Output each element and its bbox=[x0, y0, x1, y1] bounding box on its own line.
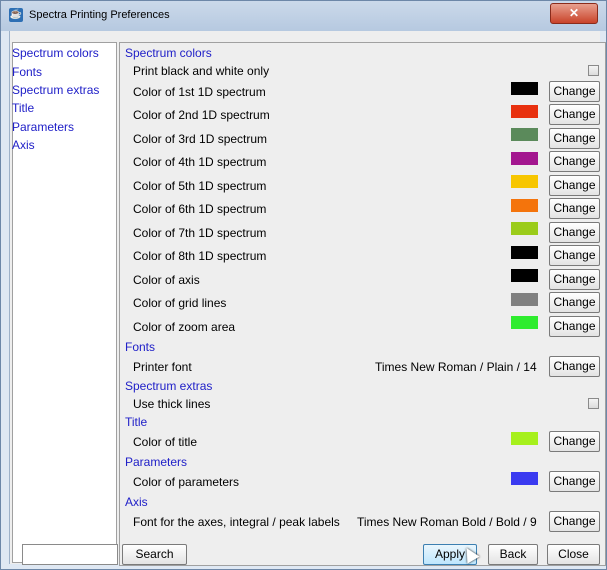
color-2nd-label: Color of 2nd 1D spectrum bbox=[133, 108, 270, 122]
change-color-grid-button[interactable]: Change bbox=[549, 292, 600, 313]
color-6th-swatch bbox=[511, 199, 538, 212]
color-zoom-label: Color of zoom area bbox=[133, 320, 236, 334]
close-button[interactable]: Close bbox=[547, 544, 600, 565]
section-spectrum-extras: Spectrum extras bbox=[125, 379, 213, 393]
change-color-7th-button[interactable]: Change bbox=[549, 222, 600, 243]
change-axis-font-button[interactable]: Change bbox=[549, 511, 600, 532]
sidebar-item-spectrum-extras[interactable]: Spectrum extras bbox=[12, 83, 99, 97]
color-5th-swatch bbox=[511, 175, 538, 188]
color-1st-swatch bbox=[511, 82, 538, 95]
section-spectrum-colors: Spectrum colors bbox=[125, 46, 212, 60]
parameters-color-swatch bbox=[511, 472, 538, 485]
axis-font-label: Font for the axes, integral / peak label… bbox=[133, 515, 340, 529]
title-bar: ☕ Spectra Printing Preferences ✕ bbox=[1, 1, 606, 31]
change-printer-font-button[interactable]: Change bbox=[549, 356, 600, 377]
color-3rd-label: Color of 3rd 1D spectrum bbox=[133, 132, 268, 146]
parameters-color-label: Color of parameters bbox=[133, 475, 240, 489]
change-color-1st-button[interactable]: Change bbox=[549, 81, 600, 102]
thick-lines-checkbox[interactable] bbox=[588, 398, 599, 409]
change-color-6th-button[interactable]: Change bbox=[549, 198, 600, 219]
change-color-3rd-button[interactable]: Change bbox=[549, 128, 600, 149]
color-2nd-swatch bbox=[511, 105, 538, 118]
color-1st-label: Color of 1st 1D spectrum bbox=[133, 85, 266, 99]
sidebar-item-parameters[interactable]: Parameters bbox=[12, 120, 74, 134]
color-7th-swatch bbox=[511, 222, 538, 235]
preferences-window: ☕ Spectra Printing Preferences ✕ Spectru… bbox=[0, 0, 607, 570]
search-input[interactable] bbox=[22, 544, 118, 565]
section-parameters: Parameters bbox=[125, 455, 188, 469]
sidebar-item-title[interactable]: Title bbox=[12, 101, 34, 115]
color-8th-swatch bbox=[511, 246, 538, 259]
section-axis: Axis bbox=[125, 495, 148, 509]
change-color-8th-button[interactable]: Change bbox=[549, 245, 600, 266]
thick-lines-label: Use thick lines bbox=[133, 397, 211, 411]
window-title: Spectra Printing Preferences bbox=[29, 9, 170, 21]
color-grid-swatch bbox=[511, 293, 538, 306]
color-axis-swatch bbox=[511, 269, 538, 282]
color-6th-label: Color of 6th 1D spectrum bbox=[133, 202, 267, 216]
color-4th-label: Color of 4th 1D spectrum bbox=[133, 155, 267, 169]
color-5th-label: Color of 5th 1D spectrum bbox=[133, 179, 267, 193]
change-parameters-color-button[interactable]: Change bbox=[549, 471, 600, 492]
color-8th-label: Color of 8th 1D spectrum bbox=[133, 249, 267, 263]
color-3rd-swatch bbox=[511, 128, 538, 141]
print-bw-checkbox[interactable] bbox=[588, 65, 599, 76]
change-color-5th-button[interactable]: Change bbox=[549, 175, 600, 196]
color-7th-label: Color of 7th 1D spectrum bbox=[133, 226, 267, 240]
title-color-label: Color of title bbox=[133, 435, 198, 449]
printer-font-label: Printer font bbox=[133, 360, 192, 374]
change-color-axis-button[interactable]: Change bbox=[549, 269, 600, 290]
color-4th-swatch bbox=[511, 152, 538, 165]
section-fonts: Fonts bbox=[125, 340, 156, 354]
print-bw-label: Print black and white only bbox=[133, 64, 270, 78]
close-window-button[interactable]: ✕ bbox=[550, 3, 598, 24]
color-zoom-swatch bbox=[511, 316, 538, 329]
sidebar-item-axis[interactable]: Axis bbox=[12, 138, 35, 152]
color-grid-label: Color of grid lines bbox=[133, 296, 227, 310]
change-color-4th-button[interactable]: Change bbox=[549, 151, 600, 172]
color-axis-label: Color of axis bbox=[133, 273, 200, 287]
axis-font-value: Times New Roman Bold / Bold / 9 bbox=[357, 515, 537, 529]
search-button[interactable]: Search bbox=[122, 544, 187, 565]
section-title: Title bbox=[125, 415, 148, 429]
change-color-zoom-button[interactable]: Change bbox=[549, 316, 600, 337]
sidebar-item-spectrum-colors[interactable]: Spectrum colors bbox=[12, 46, 99, 60]
printer-font-value: Times New Roman / Plain / 14 bbox=[375, 360, 537, 374]
change-color-2nd-button[interactable]: Change bbox=[549, 104, 600, 125]
java-app-icon: ☕ bbox=[9, 8, 23, 22]
sidebar-item-fonts[interactable]: Fonts bbox=[12, 65, 42, 79]
back-button[interactable]: Back bbox=[488, 544, 538, 565]
title-color-swatch bbox=[511, 432, 538, 445]
change-title-color-button[interactable]: Change bbox=[549, 431, 600, 452]
